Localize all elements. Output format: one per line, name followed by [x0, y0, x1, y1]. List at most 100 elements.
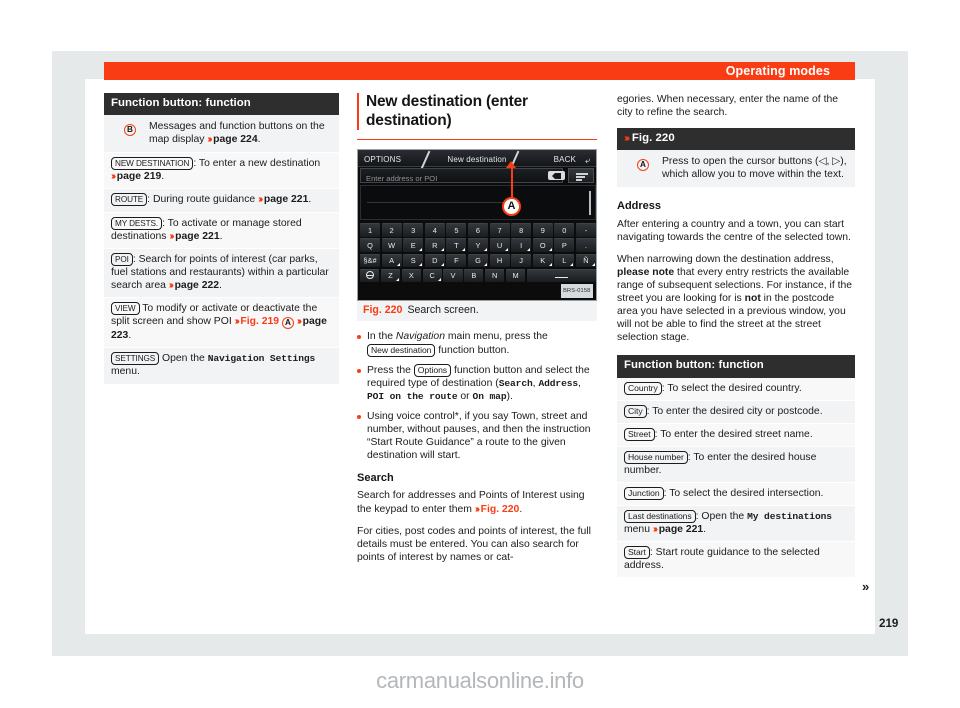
key-b[interactable]: B — [464, 268, 484, 283]
key-i[interactable]: I — [511, 238, 532, 252]
row-text: Press to open the cursor buttons (◁, ▷),… — [662, 156, 847, 181]
key-z[interactable]: Z — [380, 268, 401, 283]
callout-cell: B — [111, 120, 149, 137]
key-language-globe-icon[interactable] — [360, 268, 380, 283]
key-g[interactable]: G — [467, 253, 488, 268]
screen-options-button[interactable]: OPTIONS — [364, 153, 401, 166]
row-text-b: . — [308, 194, 312, 206]
function-button-junction[interactable]: Junction — [624, 486, 664, 500]
page-ref[interactable]: page 221 — [175, 231, 219, 242]
function-button-settings[interactable]: SETTINGS — [111, 352, 160, 366]
figure-ref[interactable]: Fig. 220 — [481, 504, 520, 515]
key-enye[interactable]: Ñ — [575, 253, 596, 268]
page-ref[interactable]: page 219 — [117, 171, 161, 182]
bullet-text-c: function button. — [435, 344, 510, 356]
key-c[interactable]: C — [422, 268, 442, 283]
key-r[interactable]: R — [424, 238, 445, 252]
figure-220: OPTIONS New destination BACK ⤶ Enter add… — [357, 149, 597, 322]
key-y[interactable]: Y — [467, 238, 488, 252]
function-button-new-destination[interactable]: NEW DESTINATION — [111, 157, 194, 171]
key-a[interactable]: A — [381, 253, 402, 268]
function-button-my-dests[interactable]: MY DESTS. — [111, 216, 163, 230]
key-m[interactable]: M — [505, 268, 526, 283]
function-button-new-destination[interactable]: New destination — [367, 343, 436, 357]
row-text: : Start route guidance to the selected a… — [624, 547, 820, 572]
function-button-view[interactable]: VIEW — [111, 302, 140, 316]
key-0[interactable]: 0 — [554, 223, 575, 237]
key-3[interactable]: 3 — [403, 223, 424, 237]
function-button-poi[interactable]: POI — [111, 252, 133, 266]
key-space[interactable] — [526, 268, 596, 283]
sep: , — [578, 377, 581, 389]
key-symbols[interactable]: §&# — [360, 253, 380, 268]
screen-back-button[interactable]: BACK — [554, 153, 576, 166]
table-row: Country: To select the desired country. — [617, 377, 855, 401]
row-text-b: menu — [624, 524, 653, 536]
key-l[interactable]: L — [554, 253, 575, 268]
function-button-street[interactable]: Street — [624, 427, 655, 441]
key-7[interactable]: 7 — [489, 223, 510, 237]
key-p[interactable]: P — [554, 238, 575, 252]
onscreen-keyboard[interactable]: 1 2 3 4 5 6 7 8 9 0 - Q W E R T Y U I O … — [360, 223, 596, 283]
function-button-options[interactable]: Options — [413, 363, 452, 377]
paragraph: egories. When necessary, enter the name … — [617, 94, 839, 119]
function-button-last-destinations[interactable]: Last destinations — [624, 510, 696, 524]
left-table-header: Function button: function — [104, 93, 339, 116]
key-q[interactable]: Q — [360, 238, 380, 252]
row-text-b: . — [219, 279, 222, 291]
page-ref[interactable]: page 222 — [175, 280, 219, 291]
backspace-icon[interactable] — [548, 171, 565, 181]
key-1[interactable]: 1 — [360, 223, 380, 237]
key-j[interactable]: J — [511, 253, 532, 268]
key-9[interactable]: 9 — [532, 223, 553, 237]
middle-column: New destination (enter destination) OPTI… — [357, 93, 597, 573]
page-ref[interactable]: page 221 — [264, 194, 308, 205]
page-number: 219 — [879, 617, 899, 630]
page-ref[interactable]: page 221 — [659, 524, 703, 535]
back-arrow-icon: ⤶ — [584, 154, 590, 165]
row-text-b: . — [161, 171, 165, 183]
key-4[interactable]: 4 — [424, 223, 445, 237]
function-button-route[interactable]: ROUTE — [111, 193, 148, 207]
function-button-country[interactable]: Country — [624, 381, 662, 395]
function-button-city[interactable]: City — [624, 404, 647, 418]
key-hyphen[interactable]: - — [575, 223, 596, 237]
key-f[interactable]: F — [446, 253, 467, 268]
key-w[interactable]: W — [381, 238, 402, 252]
key-k[interactable]: K — [532, 253, 553, 268]
results-list-icon[interactable] — [568, 168, 594, 184]
figure-caption: Fig. 220 Search screen. — [357, 301, 597, 322]
option-on-map: On map — [472, 390, 507, 402]
key-n[interactable]: N — [485, 268, 505, 283]
table-row: House number: To enter the desired house… — [617, 446, 855, 483]
key-2[interactable]: 2 — [381, 223, 402, 237]
key-u[interactable]: U — [489, 238, 510, 252]
option-address: Address — [538, 377, 579, 389]
key-h[interactable]: H — [489, 253, 510, 268]
page-ref[interactable]: page 224 — [213, 134, 257, 145]
callout-circle-a: A — [637, 159, 649, 172]
function-button-house-number[interactable]: House number — [624, 450, 688, 464]
row-text: : To enter the desired city or postcode. — [646, 405, 823, 417]
key-t[interactable]: T — [446, 238, 467, 252]
key-x[interactable]: X — [401, 268, 421, 283]
address-search-input[interactable]: Enter address or POI — [360, 168, 563, 184]
key-s[interactable]: S — [403, 253, 424, 268]
key-6[interactable]: 6 — [467, 223, 488, 237]
key-o[interactable]: O — [532, 238, 553, 252]
table-row: SETTINGS Open the Navigation Settings me… — [104, 348, 339, 385]
key-5[interactable]: 5 — [446, 223, 467, 237]
scrollbar[interactable] — [589, 191, 591, 216]
callout-leader-line — [510, 166, 513, 200]
callout-arrow-icon — [506, 161, 517, 169]
table-row: POI: Search for points of interest (car … — [104, 248, 339, 299]
callout-circle-b: B — [124, 124, 136, 137]
key-period[interactable]: . — [575, 238, 596, 252]
figure-ref[interactable]: Fig. 219 — [240, 316, 279, 327]
function-button-start[interactable]: Start — [624, 546, 650, 560]
key-d[interactable]: D — [424, 253, 445, 268]
key-e[interactable]: E — [403, 238, 424, 252]
key-8[interactable]: 8 — [511, 223, 532, 237]
key-v[interactable]: V — [443, 268, 463, 283]
paragraph: Search for addresses and Points of Inter… — [357, 489, 597, 515]
